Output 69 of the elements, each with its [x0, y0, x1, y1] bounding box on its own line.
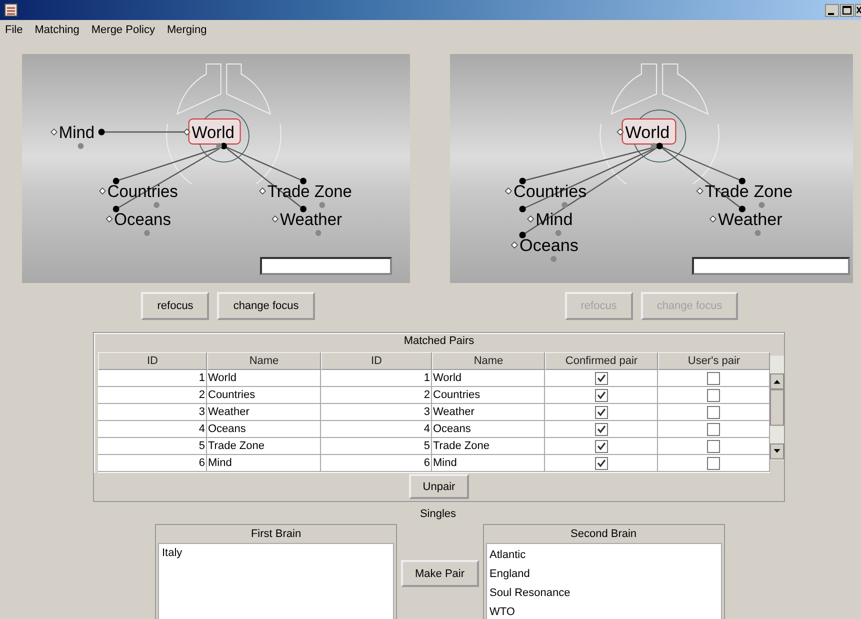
column-header[interactable]: Name [432, 352, 545, 370]
graph-button[interactable]: refocus [141, 292, 210, 320]
table-cell: 6 [98, 455, 207, 471]
table-cell: 4 [321, 421, 432, 437]
table-cell: 2 [321, 387, 432, 403]
table-cell: Trade Zone [432, 438, 545, 454]
menu-item[interactable]: Merge Policy [91, 24, 155, 38]
table-cell: 5 [98, 438, 207, 454]
menu-item[interactable]: Matching [34, 24, 80, 38]
unpair-button[interactable]: Unpair [408, 474, 470, 499]
list-header: First Brain [250, 527, 302, 542]
panel-title: Matched Pairs [402, 334, 476, 349]
table-cell: 1 [321, 370, 432, 386]
column-header[interactable]: Confirmed pair [545, 352, 658, 370]
graph-node[interactable]: Weather [709, 206, 782, 236]
table-cell: World [207, 370, 321, 386]
table-cell: Weather [432, 404, 545, 420]
list-item[interactable]: England [490, 565, 718, 584]
table-cell: 4 [98, 421, 207, 437]
checkbox[interactable] [707, 440, 720, 452]
table-cell: 2 [98, 387, 207, 403]
menu-item[interactable]: File [5, 24, 23, 38]
table-cell: 3 [321, 404, 432, 420]
checkbox[interactable] [594, 422, 608, 436]
table-cell: 1 [98, 370, 207, 386]
make-pair-button[interactable]: Make Pair [401, 560, 479, 587]
table-cell: Mind [207, 455, 321, 471]
table-cell: Oceans [207, 421, 321, 437]
list-header: Second Brain [570, 527, 638, 542]
menu-item[interactable]: Merging [166, 24, 207, 38]
column-header[interactable]: ID [98, 352, 207, 370]
table-cell: Weather [207, 404, 321, 420]
graph-node[interactable]: Weather [272, 206, 342, 236]
checkbox[interactable] [707, 388, 720, 402]
list-item[interactable]: Italy [162, 546, 390, 560]
checkbox[interactable] [707, 406, 720, 418]
column-header[interactable]: User's pair [658, 352, 770, 370]
checkbox[interactable] [594, 440, 608, 452]
checkbox[interactable] [594, 372, 608, 384]
checkbox[interactable] [707, 422, 720, 436]
search-field[interactable] [260, 257, 392, 275]
table-cell: 5 [321, 438, 432, 454]
list-item[interactable]: Soul Resonance [490, 584, 718, 603]
close-icon[interactable] [855, 4, 861, 16]
section-title: Singles [418, 507, 458, 522]
checkbox[interactable] [707, 372, 720, 384]
app-icon [4, 3, 18, 17]
table-cell: 6 [321, 455, 432, 471]
column-header[interactable]: Name [207, 352, 321, 370]
checkbox[interactable] [594, 388, 608, 402]
search-field[interactable] [692, 257, 850, 275]
table-cell: Countries [432, 387, 545, 403]
checkbox[interactable] [707, 456, 720, 470]
minimize-icon[interactable] [825, 4, 839, 16]
list-item[interactable]: Atlantic [490, 546, 718, 565]
graph-node[interactable]: Oceans [106, 206, 171, 236]
table-cell: Countries [207, 387, 321, 403]
column-header[interactable]: ID [321, 352, 432, 370]
checkbox[interactable] [594, 406, 608, 418]
table-cell: Mind [432, 455, 545, 471]
table-cell: 3 [98, 404, 207, 420]
list-item[interactable]: WTO [490, 603, 718, 619]
graph-button[interactable]: change focus [217, 292, 315, 320]
table-cell: Trade Zone [207, 438, 321, 454]
table-cell: Oceans [432, 421, 545, 437]
graph-node[interactable]: Mind [50, 122, 105, 149]
checkbox[interactable] [594, 456, 608, 470]
graph-node[interactable]: Oceans [510, 232, 578, 262]
table-cell: World [432, 370, 545, 386]
